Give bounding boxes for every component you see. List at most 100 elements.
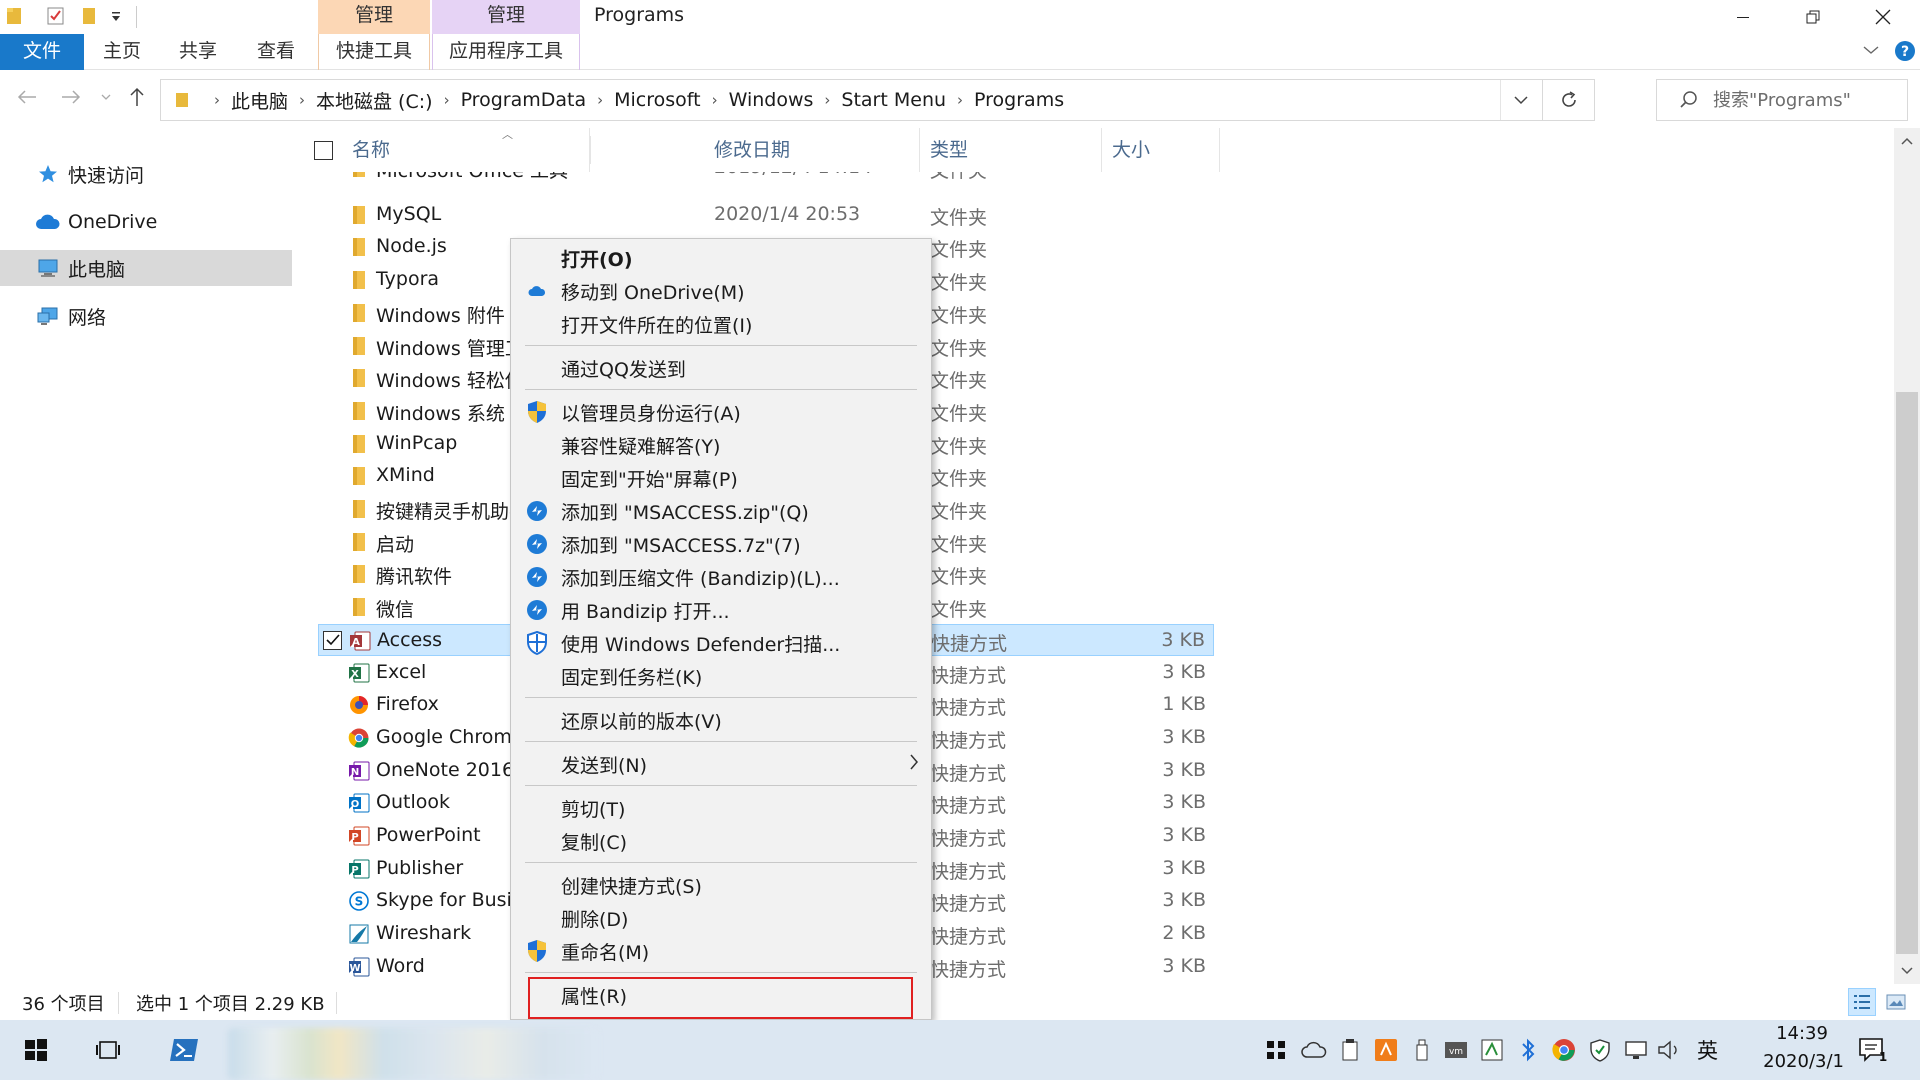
chevron-right-icon[interactable]: ›: [824, 91, 830, 109]
nav-item-this-pc[interactable]: 此电脑: [0, 250, 292, 286]
recent-locations-icon[interactable]: [100, 92, 112, 102]
flash-drive-icon[interactable]: [1408, 1036, 1436, 1064]
tab-home[interactable]: 主页: [94, 34, 150, 70]
menu-item[interactable]: 固定到"开始"屏幕(P): [511, 461, 931, 494]
tab-app-tools[interactable]: 应用程序工具: [432, 34, 580, 70]
nav-item-network[interactable]: 网络: [0, 298, 292, 334]
security-shield-icon[interactable]: [1586, 1036, 1614, 1064]
tray-app-icon[interactable]: [1262, 1036, 1290, 1064]
chevron-right-icon[interactable]: ›: [444, 91, 450, 109]
tray-orange-app-icon[interactable]: [1372, 1036, 1400, 1064]
menu-item[interactable]: 剪切(T): [511, 791, 931, 824]
onedrive-tray-icon[interactable]: [1300, 1036, 1328, 1064]
menu-item[interactable]: 打开文件所在的位置(I): [511, 307, 931, 340]
menu-item[interactable]: 删除(D): [511, 901, 931, 934]
crumb-programdata[interactable]: ProgramData: [461, 89, 587, 111]
clock-time[interactable]: 14:39: [1760, 1023, 1844, 1044]
details-view-button[interactable]: [1848, 988, 1876, 1016]
taskbar-powershell-button[interactable]: [168, 1034, 200, 1066]
table-row[interactable]: MySQL 2020/1/4 20:53 文件夹: [318, 199, 1214, 231]
minimize-button[interactable]: [1714, 0, 1772, 34]
chevron-right-icon[interactable]: ›: [957, 91, 963, 109]
column-header-name[interactable]: 名称: [342, 128, 590, 172]
large-icons-view-button[interactable]: [1882, 988, 1910, 1016]
input-method-indicator[interactable]: 英: [1697, 1035, 1718, 1065]
row-checkbox[interactable]: [323, 630, 342, 650]
clock-date[interactable]: 2020/3/1: [1736, 1051, 1844, 1072]
menu-item[interactable]: 移动到 OneDrive(M): [511, 274, 931, 307]
customize-qat-icon[interactable]: [110, 8, 122, 24]
action-center-icon[interactable]: 1: [1856, 1036, 1890, 1064]
breadcrumb: › 此电脑 › 本地磁盘 (C:) › ProgramData › Micros…: [175, 80, 1064, 120]
scroll-up-icon[interactable]: [1894, 128, 1920, 154]
menu-item[interactable]: 发送到(N): [511, 747, 931, 780]
tab-share[interactable]: 共享: [170, 34, 226, 70]
expand-ribbon-icon[interactable]: [1862, 44, 1880, 56]
start-button[interactable]: [20, 1034, 52, 1066]
menu-item[interactable]: 打开(O): [511, 241, 931, 274]
chevron-right-icon[interactable]: ›: [214, 91, 220, 109]
menu-item[interactable]: 用 Bandizip 打开...: [511, 593, 931, 626]
chevron-right-icon[interactable]: ›: [597, 91, 603, 109]
menu-item[interactable]: 固定到任务栏(K): [511, 659, 931, 692]
refresh-button[interactable]: [1542, 80, 1594, 120]
properties-icon[interactable]: [46, 6, 66, 26]
scrollbar-thumb[interactable]: [1896, 392, 1918, 954]
vertical-scrollbar[interactable]: [1894, 128, 1920, 984]
crumb-windows[interactable]: Windows: [729, 89, 814, 111]
file-size: 3 KB: [1162, 889, 1206, 912]
usb-device-icon[interactable]: [1336, 1036, 1364, 1064]
address-bar[interactable]: › 此电脑 › 本地磁盘 (C:) › ProgramData › Micros…: [160, 79, 1595, 121]
bandizip-icon: [525, 598, 549, 622]
tab-shortcut-tools[interactable]: 快捷工具: [318, 34, 430, 70]
tab-view[interactable]: 查看: [248, 34, 304, 70]
menu-item[interactable]: 重命名(M): [511, 934, 931, 967]
menu-item[interactable]: 兼容性疑难解答(Y): [511, 428, 931, 461]
menu-item[interactable]: 还原以前的版本(V): [511, 703, 931, 736]
screenshot-tool-icon[interactable]: [1478, 1036, 1506, 1064]
scroll-down-icon[interactable]: [1894, 958, 1920, 984]
menu-item[interactable]: 以管理员身份运行(A): [511, 395, 931, 428]
task-view-button[interactable]: [92, 1034, 124, 1066]
close-button[interactable]: [1854, 0, 1912, 34]
new-folder-icon[interactable]: [82, 6, 98, 26]
address-history-button[interactable]: [1500, 80, 1540, 120]
network-status-icon[interactable]: [1622, 1036, 1650, 1064]
up-icon[interactable]: [128, 86, 146, 108]
menu-item[interactable]: 创建快捷方式(S): [511, 868, 931, 901]
context-tab-manage-app[interactable]: 管理: [432, 0, 580, 34]
vmware-tray-icon[interactable]: vm: [1442, 1036, 1470, 1064]
crumb-local-disk[interactable]: 本地磁盘 (C:): [316, 87, 433, 114]
chevron-right-icon[interactable]: ›: [712, 91, 718, 109]
nav-item-quick-access[interactable]: 快速访问: [0, 156, 292, 192]
nav-item-onedrive[interactable]: OneDrive: [0, 204, 292, 240]
chevron-right-icon[interactable]: ›: [299, 91, 305, 109]
restore-button[interactable]: [1784, 0, 1842, 34]
column-header-date[interactable]: 修改日期: [704, 128, 920, 172]
search-input[interactable]: [1713, 80, 1903, 120]
volume-icon[interactable]: [1656, 1036, 1684, 1064]
back-icon[interactable]: [16, 88, 38, 106]
crumb-start-menu[interactable]: Start Menu: [841, 89, 946, 111]
crumb-this-pc[interactable]: 此电脑: [231, 87, 288, 114]
menu-item[interactable]: 添加到压缩文件 (Bandizip)(L)...: [511, 560, 931, 593]
forward-icon[interactable]: [60, 88, 82, 106]
chrome-tray-icon[interactable]: [1550, 1036, 1578, 1064]
column-header-type[interactable]: 类型: [920, 128, 1102, 172]
bluetooth-icon[interactable]: [1514, 1036, 1542, 1064]
menu-item[interactable]: 使用 Windows Defender扫描...: [511, 626, 931, 659]
star-icon: [34, 163, 62, 185]
tab-file[interactable]: 文件: [0, 34, 84, 70]
search-box[interactable]: [1656, 79, 1908, 121]
menu-item[interactable]: 复制(C): [511, 824, 931, 857]
column-header-size[interactable]: 大小: [1102, 128, 1220, 172]
select-all-checkbox[interactable]: [314, 141, 333, 160]
folder-icon[interactable]: [6, 6, 24, 26]
help-icon[interactable]: ?: [1894, 40, 1916, 62]
menu-item[interactable]: 添加到 "MSACCESS.zip"(Q): [511, 494, 931, 527]
context-tab-manage-shortcut[interactable]: 管理: [318, 0, 430, 34]
crumb-microsoft[interactable]: Microsoft: [614, 89, 700, 111]
crumb-programs[interactable]: Programs: [974, 89, 1064, 111]
menu-item[interactable]: 添加到 "MSACCESS.7z"(7): [511, 527, 931, 560]
menu-item[interactable]: 通过QQ发送到: [511, 351, 931, 384]
